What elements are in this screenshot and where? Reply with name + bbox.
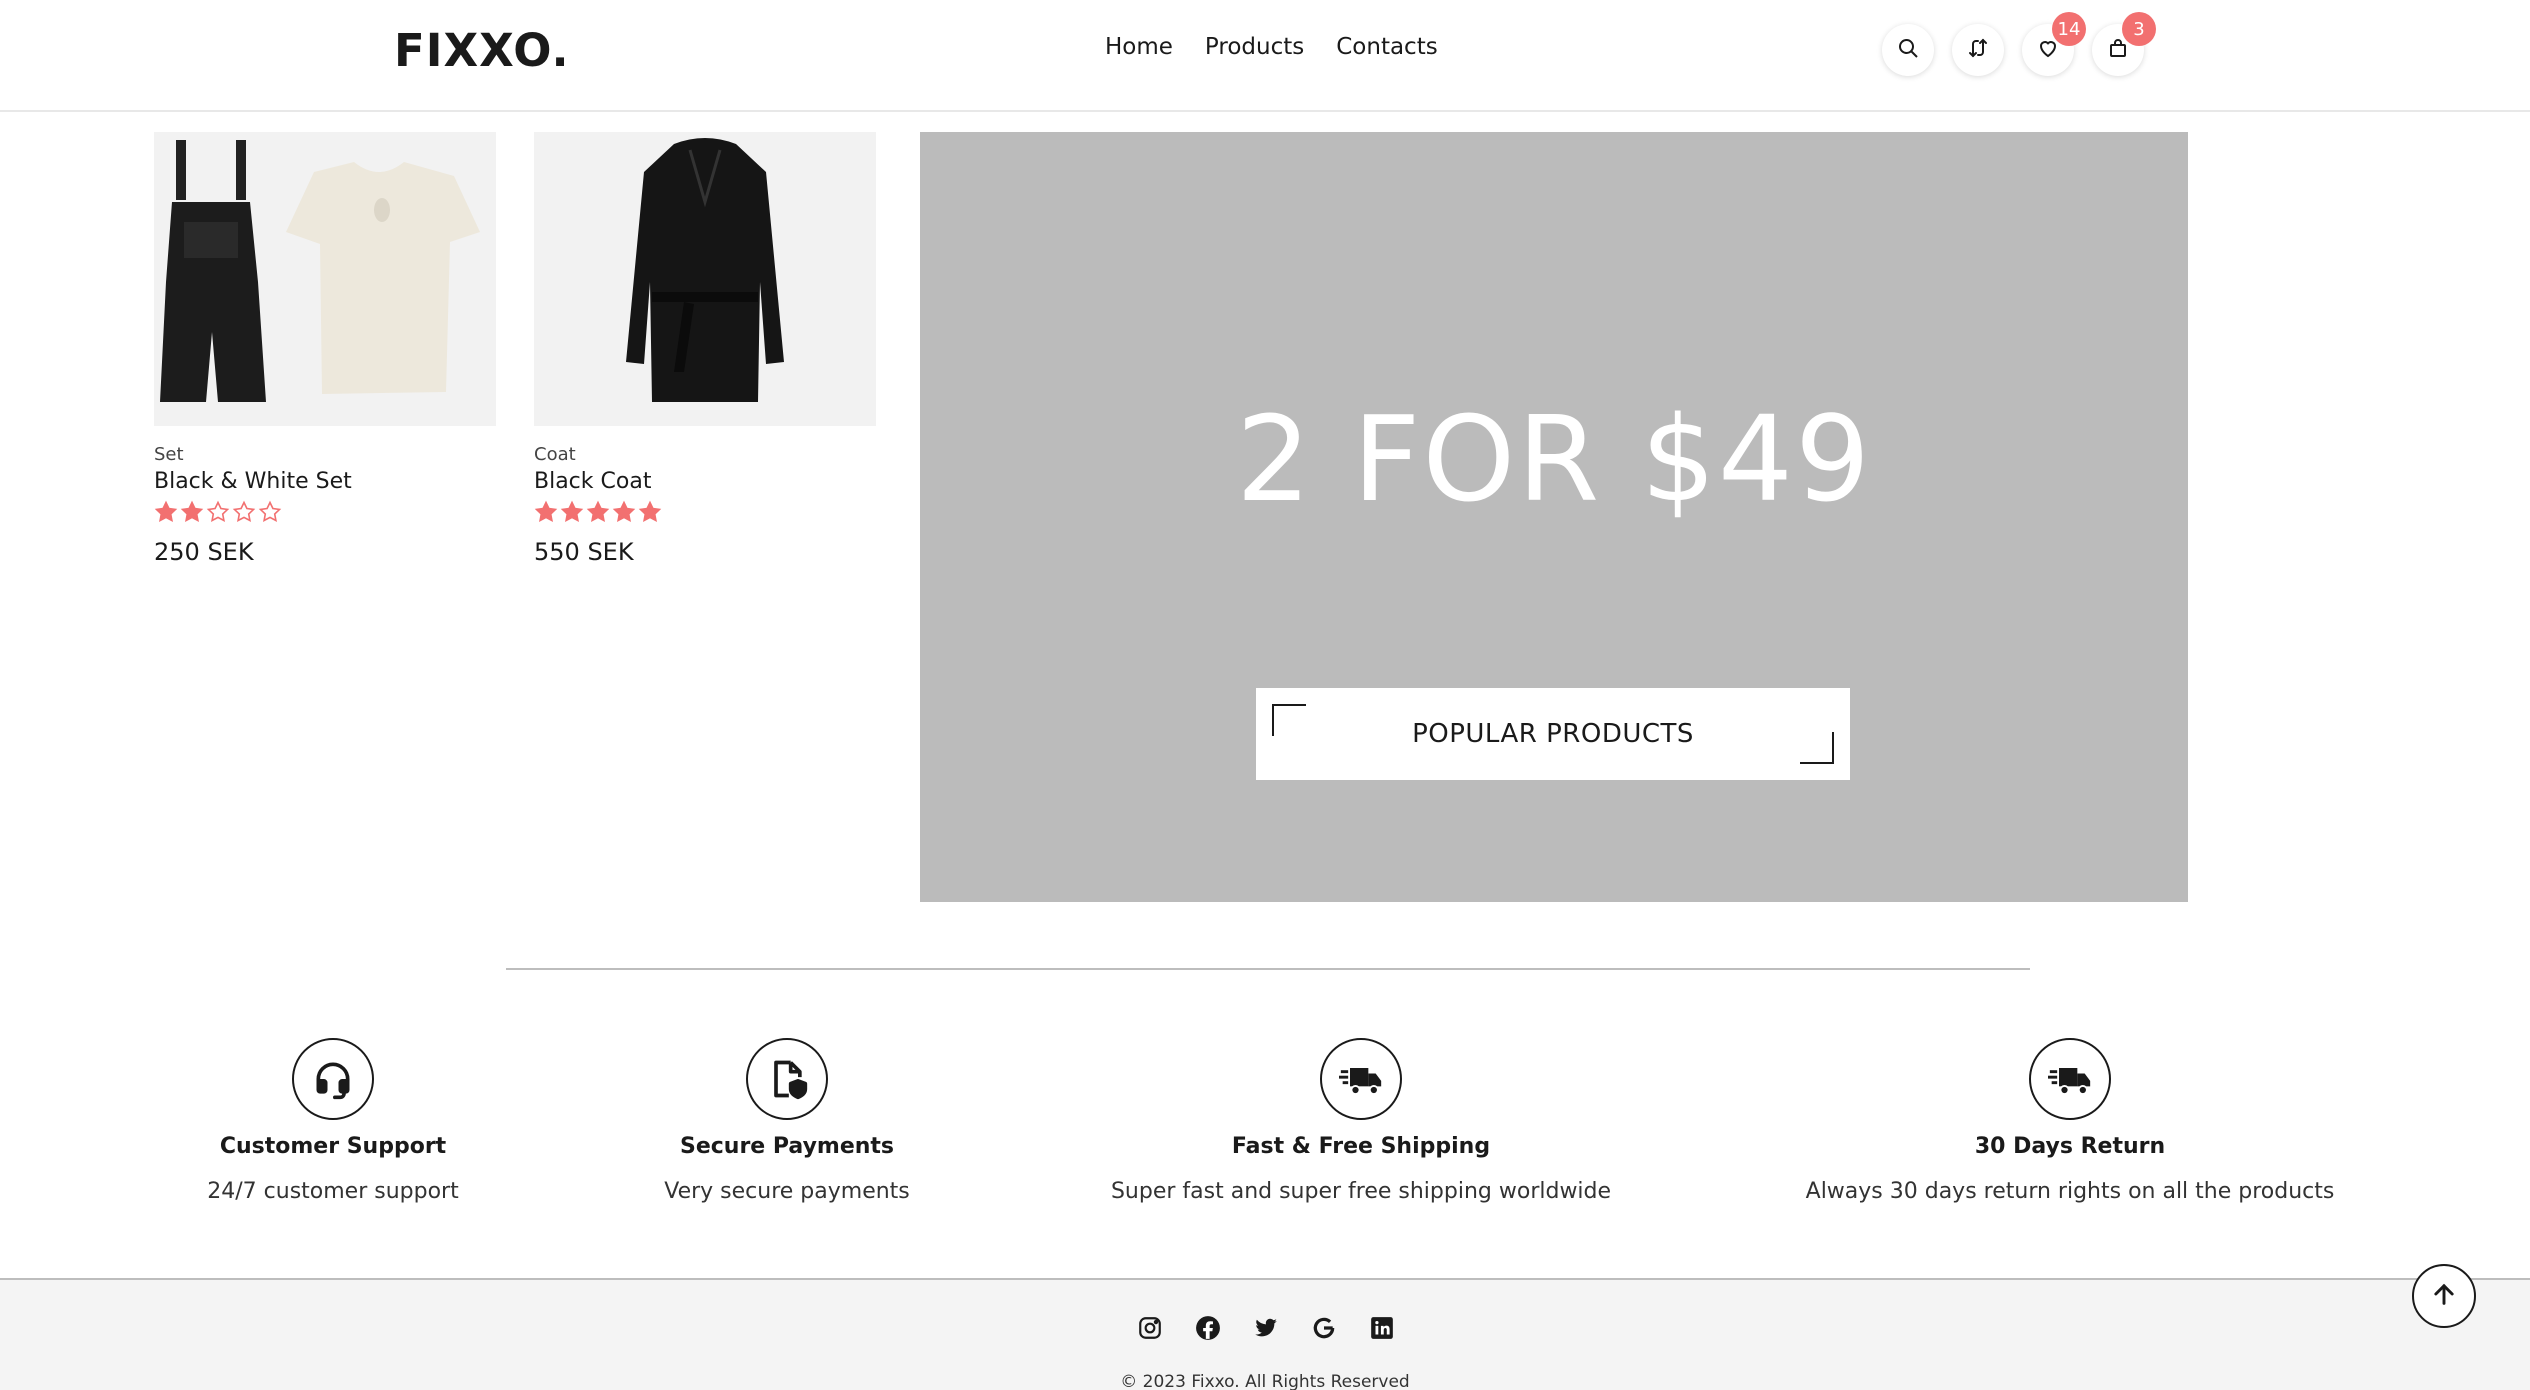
arrow-up-icon <box>2430 1280 2458 1312</box>
compare-icon <box>1966 36 1990 64</box>
feature-description: Always 30 days return rights on all the … <box>1805 1179 2335 1204</box>
product-name[interactable]: Black Coat <box>534 469 876 494</box>
product-category: Set <box>154 444 184 465</box>
star-empty-icon <box>258 500 282 522</box>
nav-contacts[interactable]: Contacts <box>1336 34 1437 60</box>
product-image[interactable] <box>154 132 496 426</box>
site-header: FIXXO. Home Products Contacts 14 3 <box>0 0 2530 112</box>
feature-title: 30 Days Return <box>1974 1134 2166 1159</box>
return-truck-icon <box>2029 1038 2111 1120</box>
secure-document-icon <box>746 1038 828 1120</box>
feature-title: Fast & Free Shipping <box>1231 1134 1491 1159</box>
nav-home[interactable]: Home <box>1105 34 1173 60</box>
cart-button[interactable]: 3 <box>2092 12 2156 76</box>
twitter-icon[interactable] <box>1252 1314 1280 1342</box>
instagram-icon[interactable] <box>1136 1314 1164 1342</box>
compare-button[interactable] <box>1952 24 2004 76</box>
facebook-icon[interactable] <box>1194 1314 1222 1342</box>
search-icon <box>1896 36 1920 64</box>
logo[interactable]: FIXXO. <box>394 24 570 77</box>
product-rating <box>154 500 496 524</box>
nav-products[interactable]: Products <box>1205 34 1304 60</box>
product-rating <box>534 500 876 524</box>
corner-decoration <box>1272 704 1306 736</box>
feature-30-days-return: 30 Days Return Always 30 days return rig… <box>1790 1038 2350 1204</box>
product-image[interactable] <box>534 132 876 426</box>
product-name[interactable]: Black & White Set <box>154 469 496 494</box>
star-filled-icon <box>180 500 204 522</box>
black-coat-image <box>626 138 784 402</box>
promo-title: 2 FOR $49 <box>1235 390 1873 528</box>
google-icon[interactable] <box>1310 1314 1338 1342</box>
feature-description: Very secure payments <box>664 1179 910 1204</box>
star-filled-icon <box>612 500 636 522</box>
search-button[interactable] <box>1882 24 1934 76</box>
feature-secure-payments: Secure Payments Very secure payments <box>507 1038 1067 1204</box>
feature-title: Secure Payments <box>679 1134 895 1159</box>
corner-decoration <box>1800 732 1834 764</box>
headset-icon <box>292 1038 374 1120</box>
product-category: Coat <box>534 444 576 465</box>
star-empty-icon <box>232 500 256 522</box>
star-filled-icon <box>586 500 610 522</box>
social-links <box>1136 1314 1396 1342</box>
star-filled-icon <box>560 500 584 522</box>
overalls-and-tshirt-image <box>160 140 480 402</box>
star-empty-icon <box>206 500 230 522</box>
promo-banner: 2 FOR $49 POPULAR PRODUCTS <box>920 132 2188 902</box>
wishlist-button[interactable]: 14 <box>2022 12 2086 76</box>
fast-truck-icon <box>1320 1038 1402 1120</box>
popular-products-label: POPULAR PRODUCTS <box>1412 719 1694 749</box>
cart-count-badge: 3 <box>2122 12 2156 46</box>
popular-products-button[interactable]: POPULAR PRODUCTS <box>1256 688 1850 780</box>
site-footer: © 2023 Fixxo. All Rights Reserved <box>0 1278 2530 1390</box>
product-card[interactable]: Set Black & White Set 250 SEK <box>154 132 496 566</box>
scroll-to-top-button[interactable] <box>2412 1264 2476 1328</box>
copyright-text: © 2023 Fixxo. All Rights Reserved <box>1120 1372 1410 1390</box>
star-filled-icon <box>534 500 558 522</box>
feature-fast-free-shipping: Fast & Free Shipping Super fast and supe… <box>1081 1038 1641 1204</box>
product-card[interactable]: Coat Black Coat 550 SEK <box>534 132 876 566</box>
wishlist-count-badge: 14 <box>2052 12 2086 46</box>
star-filled-icon <box>638 500 662 522</box>
product-price: 250 SEK <box>154 538 254 566</box>
linkedin-icon[interactable] <box>1368 1314 1396 1342</box>
product-price: 550 SEK <box>534 538 634 566</box>
section-divider <box>506 968 2030 970</box>
star-filled-icon <box>154 500 178 522</box>
main-nav: Home Products Contacts <box>1105 34 1438 60</box>
feature-description: Super fast and super free shipping world… <box>1110 1179 1612 1204</box>
